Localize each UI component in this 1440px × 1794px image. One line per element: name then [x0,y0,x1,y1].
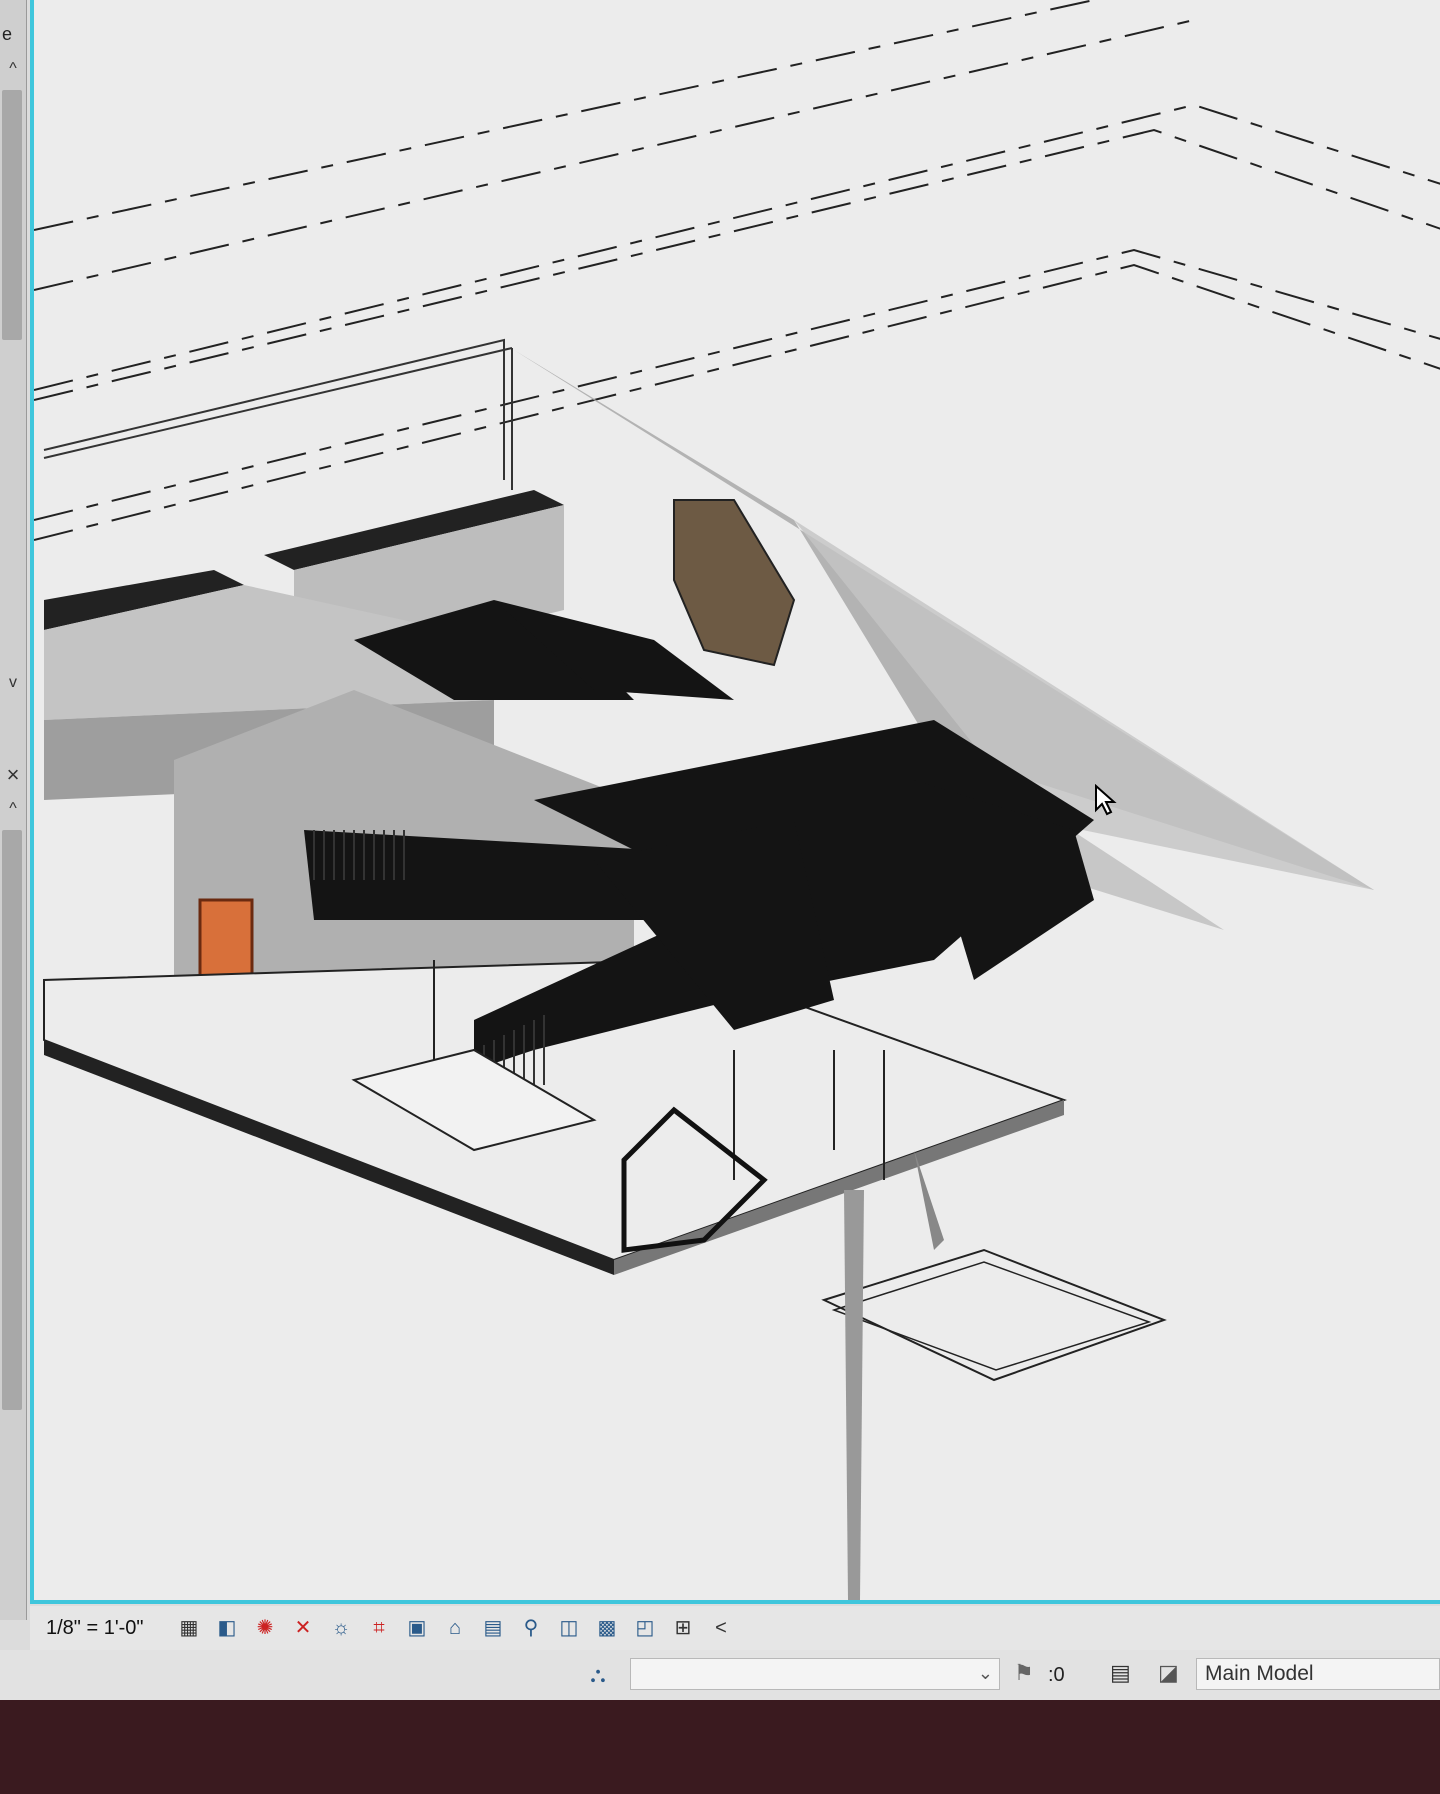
show-crop-region-icon[interactable]: ▣ [402,1613,432,1643]
shadows-icon[interactable]: ✕ [288,1613,318,1643]
dashed-level-lines [34,0,1440,541]
panel-label: e [2,24,13,44]
show-rendering-icon[interactable]: ☼ [326,1613,356,1643]
collapse-up-icon-2[interactable]: ^ [2,798,24,820]
level-line [34,0,1095,231]
worksets-icon[interactable]: ⛬ [582,1660,614,1690]
roof-edge [43,347,513,459]
level-line [34,19,1195,291]
view-control-bar: 1/8" = 1'-0" ▦ ◧ ✺ ✕ ☼ ⌗ ▣ ⌂ ▤ ⚲ ◫ ▩ ◰ ⊞… [30,1606,1440,1651]
worksharing-display-icon[interactable]: ◰ [630,1613,660,1643]
analytical-model-icon[interactable]: ◫ [554,1613,584,1643]
level-line [34,128,1440,401]
floating-slab [821,1248,1167,1382]
editable-count: :0 [1048,1664,1065,1686]
collapse-down-icon[interactable]: v [2,672,24,694]
reveal-hidden-icon[interactable]: ▤ [478,1613,508,1643]
design-option-field[interactable]: Main Model [1196,1658,1440,1690]
close-icon[interactable]: × [2,764,24,786]
monitor-screen: e ^ v × ^ 1/8" = 1'-0" ▦ ◧ ✺ ✕ ☼ ⌗ ▣ ⌂ ▤… [0,0,1440,1700]
model-drawing [34,0,1440,1600]
visual-style-icon[interactable]: ◧ [212,1613,242,1643]
floating-slab-inner [831,1261,1152,1371]
properties-panel[interactable]: e ^ v × ^ [0,0,27,1620]
vertical-shard [844,1190,864,1600]
view-scale[interactable]: 1/8" = 1'-0" [46,1617,166,1640]
panel-scrollbar[interactable] [2,90,22,340]
mouse-cursor-icon [1095,784,1117,816]
brown-shard [673,499,796,667]
editable-only-icon[interactable]: ⚑ [1014,1660,1034,1686]
expand-arrow-icon[interactable]: < [706,1613,736,1643]
collapse-up-icon[interactable]: ^ [2,58,24,80]
sun-path-icon[interactable]: ✺ [250,1613,280,1643]
level-line [34,248,1440,521]
temporary-hide-icon[interactable]: ⌂ [440,1613,470,1643]
3d-view-canvas[interactable] [30,0,1440,1604]
crop-view-icon[interactable]: ⌗ [364,1613,394,1643]
detail-level-icon[interactable]: ▦ [174,1613,204,1643]
design-options-icon[interactable]: ▤ [1110,1660,1131,1686]
chevron-down-icon[interactable]: ⌄ [978,1663,993,1684]
roof-edge [43,338,505,480]
temporary-view-properties-icon[interactable]: ⚲ [516,1613,546,1643]
vertical-shard [914,1150,944,1250]
status-bar: ⛬ ⌄ ⚑ :0 ▤ ◪ Main Model [0,1650,1440,1700]
browser-scrollbar[interactable] [2,830,22,1410]
highlight-displacement-icon[interactable]: ▩ [592,1613,622,1643]
active-workset-select[interactable]: ⌄ [630,1658,1000,1690]
roof-plane-outline [43,338,513,490]
exclude-options-icon[interactable]: ◪ [1158,1660,1179,1686]
constraints-icon[interactable]: ⊞ [668,1613,698,1643]
